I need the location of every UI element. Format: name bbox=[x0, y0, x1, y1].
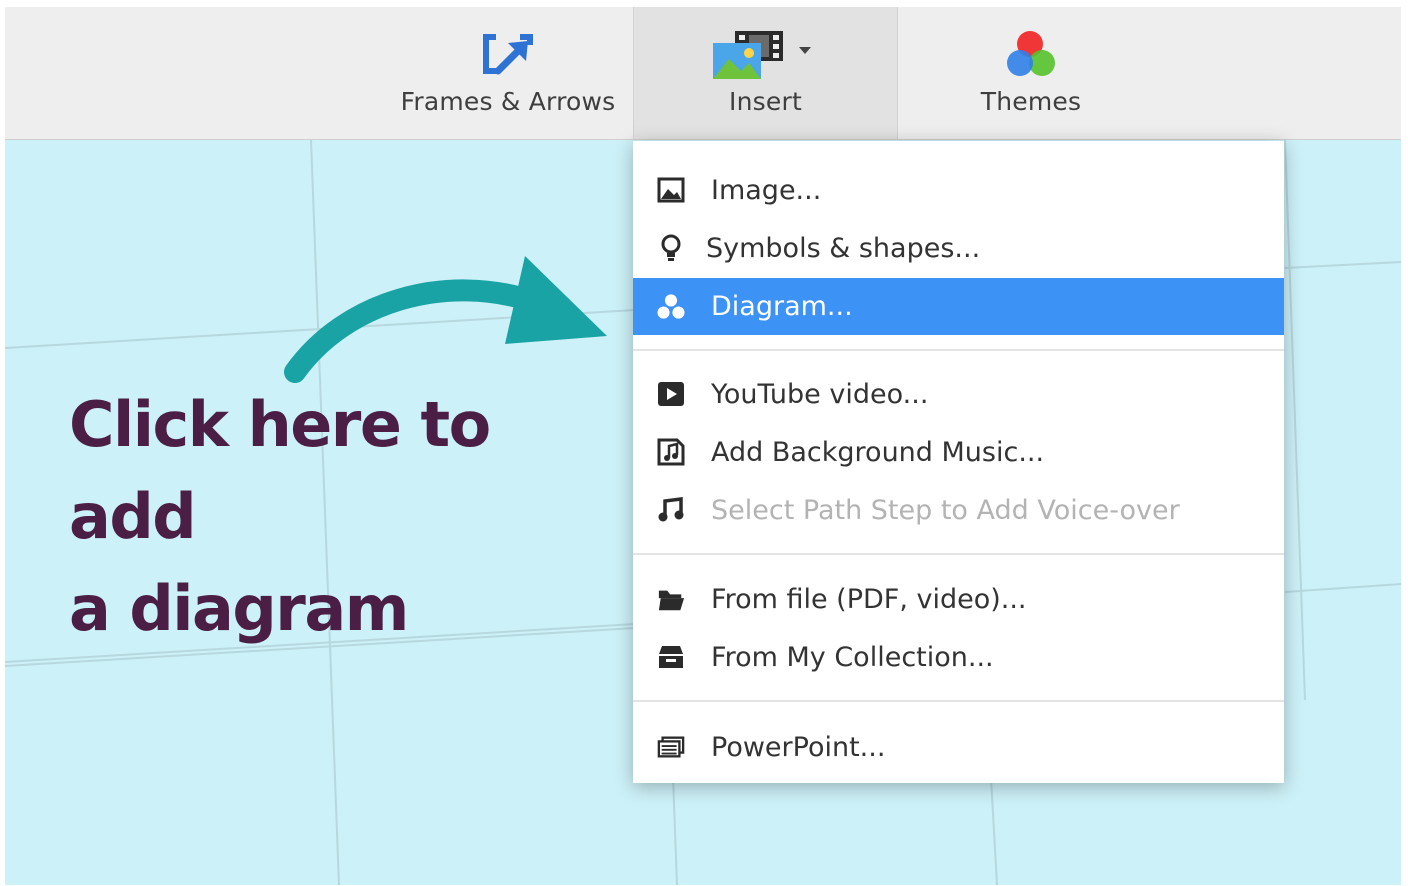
menu-item-label: Add Background Music... bbox=[711, 437, 1045, 468]
frames-arrows-label: Frames & Arrows bbox=[400, 87, 616, 116]
menu-item-from-collection[interactable]: From My Collection... bbox=[633, 629, 1284, 686]
themes-button[interactable]: Themes bbox=[920, 7, 1142, 139]
menu-item-symbols-shapes[interactable]: Symbols & shapes... bbox=[633, 220, 1284, 277]
insert-dropdown-menu: Image... Symbols & shapes... Diagram... … bbox=[633, 141, 1284, 783]
menu-item-label: PowerPoint... bbox=[711, 732, 886, 763]
menu-item-background-music[interactable]: Add Background Music... bbox=[633, 424, 1284, 481]
menu-item-diagram[interactable]: Diagram... bbox=[633, 278, 1284, 335]
curved-arrow-icon bbox=[284, 256, 607, 383]
music-note-icon bbox=[657, 496, 685, 524]
menu-item-label: YouTube video... bbox=[711, 379, 929, 410]
canvas-callout[interactable]: Click here to add a diagram bbox=[69, 379, 629, 655]
themes-label: Themes bbox=[980, 87, 1082, 116]
menu-divider bbox=[633, 349, 1284, 351]
menu-item-image[interactable]: Image... bbox=[633, 162, 1284, 219]
menu-item-label: From file (PDF, video)... bbox=[711, 584, 1027, 615]
slides-icon bbox=[657, 733, 685, 761]
menu-item-from-file[interactable]: From file (PDF, video)... bbox=[633, 571, 1284, 628]
menu-divider bbox=[633, 553, 1284, 555]
callout-line-2: a diagram bbox=[69, 572, 409, 645]
app-window: Frames & Arrows Insert Themes Click here… bbox=[5, 7, 1401, 885]
image-icon bbox=[657, 176, 685, 204]
menu-item-label: From My Collection... bbox=[711, 642, 994, 673]
menu-item-label: Select Path Step to Add Voice-over bbox=[711, 495, 1180, 526]
insert-label: Insert bbox=[729, 87, 802, 116]
folder-icon bbox=[657, 585, 685, 613]
diagram-icon bbox=[657, 292, 685, 320]
menu-item-voice-over[interactable]: Select Path Step to Add Voice-over bbox=[633, 482, 1284, 539]
insert-button[interactable]: Insert bbox=[633, 7, 898, 139]
lightbulb-icon bbox=[657, 234, 685, 262]
frames-arrows-button[interactable]: Frames & Arrows bbox=[393, 7, 623, 139]
menu-item-youtube-video[interactable]: YouTube video... bbox=[633, 366, 1284, 423]
themes-icon bbox=[1004, 29, 1058, 81]
menu-item-powerpoint[interactable]: PowerPoint... bbox=[633, 719, 1284, 776]
archive-icon bbox=[657, 643, 685, 671]
menu-divider bbox=[633, 700, 1284, 702]
menu-item-label: Symbols & shapes... bbox=[706, 233, 981, 264]
music-file-icon bbox=[657, 438, 685, 466]
insert-media-icon bbox=[711, 29, 821, 81]
toolbar: Frames & Arrows Insert Themes bbox=[5, 7, 1401, 140]
frames-arrows-icon bbox=[482, 29, 534, 81]
callout-line-1: Click here to add bbox=[69, 388, 491, 553]
menu-item-label: Image... bbox=[711, 175, 822, 206]
menu-item-label: Diagram... bbox=[711, 291, 853, 322]
play-icon bbox=[657, 380, 685, 408]
